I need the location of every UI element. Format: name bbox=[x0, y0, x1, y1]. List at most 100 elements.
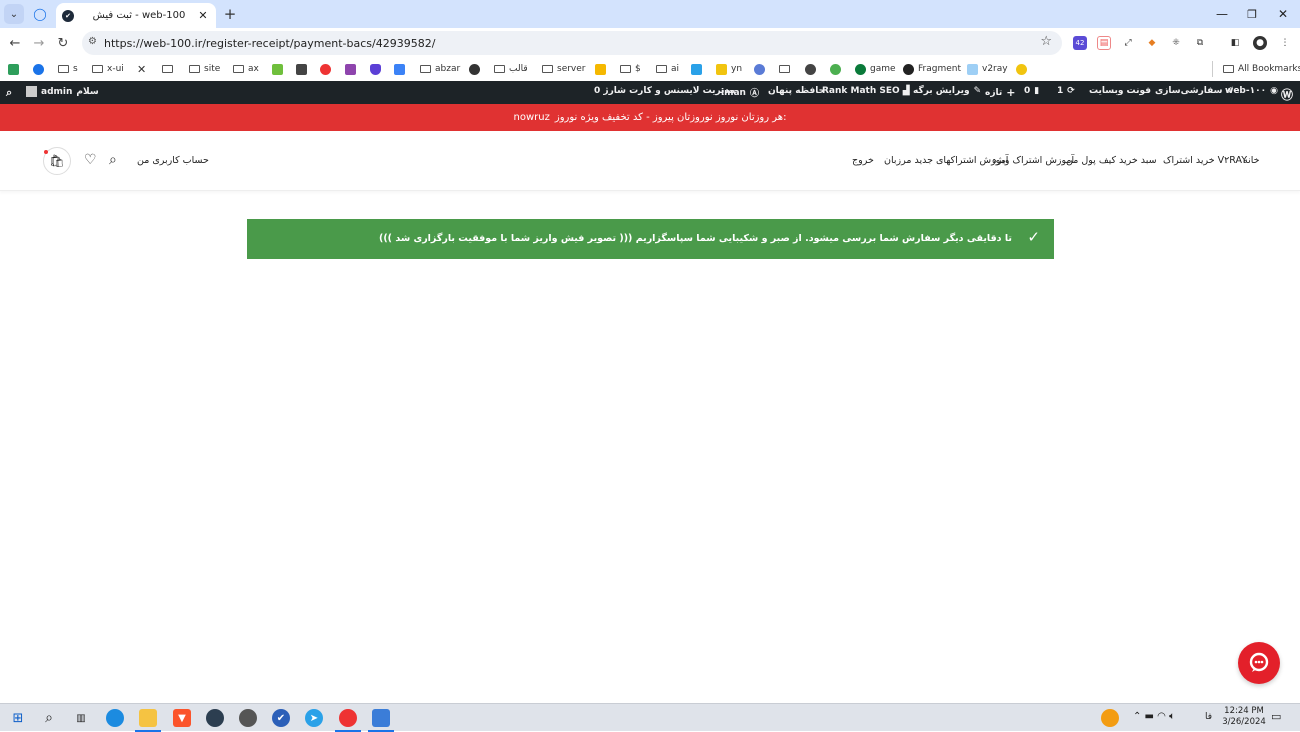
admin-cache-menu[interactable]: حافظه پنهان bbox=[768, 86, 825, 96]
bookmark-folder[interactable]: قالب bbox=[494, 62, 528, 76]
bookmark-star-icon[interactable]: ☆ bbox=[1040, 34, 1052, 49]
task-view-icon[interactable]: ▥ bbox=[72, 709, 90, 727]
telegram-icon[interactable]: ➤ bbox=[305, 709, 323, 727]
restore-button[interactable]: ❐ bbox=[1240, 4, 1264, 24]
forward-button[interactable]: → bbox=[29, 33, 49, 53]
bookmark-item[interactable]: ✕ bbox=[137, 62, 146, 76]
v2ray-icon bbox=[967, 63, 978, 75]
bookmark-item[interactable] bbox=[1016, 62, 1031, 76]
bookmark-item[interactable] bbox=[33, 62, 48, 76]
search-icon[interactable]: ⌕ bbox=[6, 86, 12, 100]
admin-seo-menu[interactable]: Rank Math SEO ▟ bbox=[822, 86, 910, 96]
menu-kebab-icon[interactable]: ⋮ bbox=[1278, 36, 1292, 50]
tab-search-button[interactable]: ⌄ bbox=[4, 4, 24, 24]
nav-marzban-tutorial[interactable]: آموزش اشتراکهای جدید مرزبان bbox=[884, 155, 1008, 166]
nav-home[interactable]: خانه bbox=[1243, 155, 1260, 166]
extensions-puzzle-icon[interactable]: ⧉ bbox=[1193, 36, 1207, 50]
browser-tab-active[interactable]: ✔ ثبت فیش - web-100 ✕ bbox=[56, 3, 216, 28]
clock[interactable]: 12:24 PM 3/26/2024 bbox=[1222, 706, 1266, 728]
nav-logout[interactable]: خروج bbox=[852, 155, 874, 166]
tab-group-icon[interactable]: ◯ bbox=[30, 4, 50, 24]
nav-special-tutorial[interactable]: آموزش اشتراک ویژه bbox=[992, 155, 1074, 166]
v2ray-app-icon[interactable]: ✔ bbox=[272, 709, 290, 727]
bookmark-item[interactable] bbox=[394, 62, 409, 76]
bookmark-item[interactable] bbox=[754, 62, 769, 76]
bookmark-item[interactable] bbox=[805, 62, 820, 76]
tray-app-icon[interactable] bbox=[1101, 709, 1119, 727]
extension-icon[interactable]: ⁜ bbox=[1169, 36, 1183, 50]
all-bookmarks-button[interactable]: All Bookmarks bbox=[1223, 62, 1300, 76]
bookmark-item[interactable] bbox=[595, 62, 610, 76]
bookmark-folder[interactable]: $ bbox=[620, 62, 641, 76]
side-panel-icon[interactable]: ◧ bbox=[1228, 36, 1242, 50]
brave-icon[interactable]: ▼ bbox=[173, 709, 191, 727]
bookmark-item[interactable] bbox=[345, 62, 360, 76]
close-window-button[interactable]: ✕ bbox=[1271, 4, 1295, 24]
admin-font-menu[interactable]: فونت وبسایت bbox=[1089, 86, 1151, 96]
bookmark-folder[interactable] bbox=[779, 62, 794, 76]
edge-icon[interactable] bbox=[106, 709, 124, 727]
search-icon[interactable]: ⌕ bbox=[109, 152, 117, 168]
app-photos-icon[interactable] bbox=[368, 709, 394, 732]
cart-button[interactable]: 🛍︎ bbox=[43, 147, 71, 175]
nav-cart[interactable]: سبد خرید bbox=[1119, 155, 1157, 166]
new-tab-button[interactable]: + bbox=[220, 4, 240, 24]
bookmark-folder[interactable]: abzar bbox=[420, 62, 460, 76]
admin-edit-page[interactable]: ویرایش برگه ✎ bbox=[913, 86, 981, 96]
bookmark-folder[interactable]: site bbox=[189, 62, 220, 76]
reload-button[interactable]: ↻ bbox=[53, 33, 73, 53]
bookmark-item[interactable] bbox=[830, 62, 845, 76]
bookmark-item[interactable] bbox=[8, 62, 23, 76]
bookmark-item[interactable]: yn bbox=[716, 62, 742, 76]
windows-start-icon[interactable]: ⊞ bbox=[9, 709, 27, 727]
admin-new-menu[interactable]: تازه + bbox=[985, 86, 1015, 99]
file-explorer-icon[interactable] bbox=[135, 709, 161, 732]
extension-icon[interactable]: ▤ bbox=[1097, 36, 1111, 50]
admin-comments[interactable]: 0 ▮ bbox=[1024, 86, 1039, 96]
input-language[interactable]: فا bbox=[1205, 712, 1212, 722]
whatsapp-icon[interactable] bbox=[239, 709, 257, 727]
bookmark-folder[interactable]: ai bbox=[656, 62, 679, 76]
admin-license-menu[interactable]: مدیریت لایسنس و کارت شارژ 0 bbox=[594, 86, 735, 96]
address-bar[interactable]: ⚙ https://web-100.ir/register-receipt/pa… bbox=[82, 31, 1062, 55]
admin-account-menu[interactable]: admin سلام bbox=[26, 86, 99, 97]
tab-close-icon[interactable]: ✕ bbox=[196, 9, 210, 22]
app-icon[interactable] bbox=[206, 709, 224, 727]
bookmark-item[interactable]: game bbox=[855, 62, 896, 76]
wishlist-heart-icon[interactable]: ♡ bbox=[84, 152, 97, 168]
my-account-link[interactable]: حساب کاربری من bbox=[137, 155, 209, 166]
bookmark-folder[interactable]: s bbox=[58, 62, 78, 76]
system-tray-icons[interactable]: ⌃ ▬ ◠ 🔈︎ bbox=[1133, 711, 1175, 722]
extension-icon[interactable]: ⤢ bbox=[1121, 36, 1135, 50]
bookmark-item[interactable]: Fragment bbox=[903, 62, 961, 76]
bookmark-item[interactable]: v2ray bbox=[967, 62, 1008, 76]
chat-widget-button[interactable] bbox=[1238, 642, 1280, 684]
metamask-icon[interactable]: ◆ bbox=[1145, 36, 1159, 50]
bookmark-item[interactable] bbox=[272, 62, 287, 76]
back-button[interactable]: ← bbox=[5, 33, 25, 53]
admin-updates[interactable]: 1 ⟳ bbox=[1057, 86, 1075, 96]
bookmark-folder[interactable]: server bbox=[542, 62, 586, 76]
search-icon[interactable]: ⌕ bbox=[40, 709, 58, 727]
site-info-icon[interactable]: ⚙ bbox=[88, 36, 97, 47]
admin-iman-menu[interactable]: iman Ⓐ bbox=[721, 86, 759, 100]
nav-buy-v2ray[interactable]: خرید اشتراک V۲RAY bbox=[1163, 155, 1247, 166]
bookmark-item[interactable] bbox=[469, 62, 484, 76]
bookmark-item[interactable] bbox=[370, 62, 385, 76]
notification-icon[interactable]: ▭ bbox=[1271, 710, 1281, 723]
bookmark-item[interactable] bbox=[320, 62, 335, 76]
bookmark-item[interactable] bbox=[691, 62, 706, 76]
wordpress-logo-icon[interactable]: Ⓦ bbox=[1281, 86, 1293, 103]
bookmark-folder[interactable] bbox=[162, 62, 177, 76]
bookmark-item[interactable] bbox=[296, 62, 311, 76]
admin-cache-label: حافظه پنهان bbox=[768, 86, 826, 96]
bookmark-folder[interactable]: ax bbox=[233, 62, 259, 76]
admin-site-name[interactable]: web-۱۰۰ ◉ bbox=[1225, 86, 1278, 96]
chrome-icon[interactable] bbox=[335, 709, 361, 732]
minimize-button[interactable]: — bbox=[1210, 4, 1234, 24]
profile-avatar-icon[interactable]: ● bbox=[1253, 36, 1267, 50]
admin-customize[interactable]: سفارشی‌سازی ✐ bbox=[1155, 86, 1234, 96]
bookmark-folder[interactable]: x-ui bbox=[92, 62, 124, 76]
extension-icon[interactable]: 42 bbox=[1073, 36, 1087, 50]
nav-wallet[interactable]: کیف پول من bbox=[1066, 155, 1116, 166]
